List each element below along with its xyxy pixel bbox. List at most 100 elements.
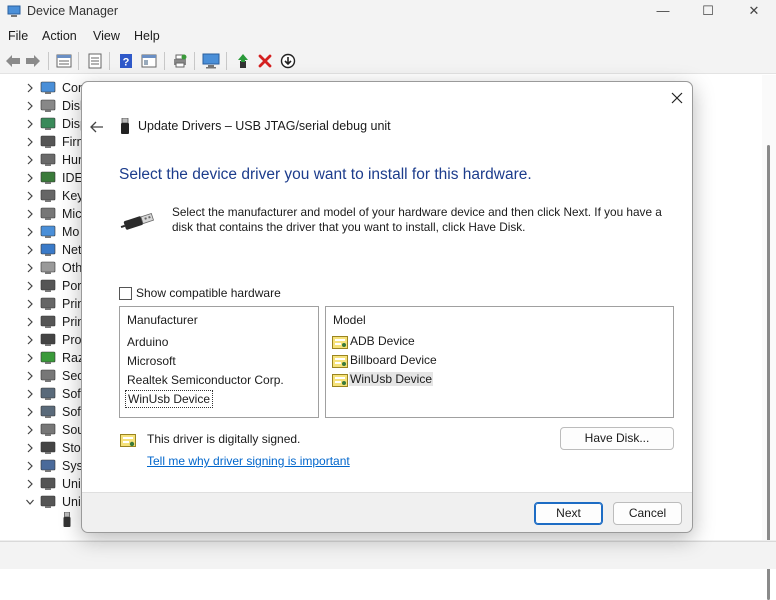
chevron-right-icon[interactable] [25,388,35,400]
model-item-label: Billboard Device [350,353,437,367]
model-header: Model [333,313,366,327]
chevron-right-icon[interactable] [25,118,35,130]
model-item-label: ADB Device [350,334,415,348]
show-compatible-checkbox[interactable] [119,287,132,300]
dialog-footer: Next Cancel [82,492,692,532]
monitor-icon [40,225,56,238]
manufacturer-item[interactable]: Realtek Semiconductor Corp. [127,372,284,390]
software-device-icon [40,405,56,418]
signed-driver-icon [120,434,136,447]
minimize-button[interactable]: — [640,0,686,24]
chevron-right-icon[interactable] [25,244,35,256]
list-icon[interactable] [86,52,104,70]
usb-connector-icon[interactable] [62,512,72,528]
manufacturer-item[interactable]: Microsoft [127,353,176,371]
processor-icon [40,333,56,346]
razer-icon [40,351,56,364]
maximize-button[interactable]: ☐ [685,0,731,24]
status-bar [0,541,776,569]
storage-icon [40,441,56,454]
usb-device-icon [121,118,129,134]
hid-icon [40,153,56,166]
close-window-button[interactable]: ✕ [731,0,776,24]
dialog-content: Update Drivers – USB JTAG/serial debug u… [82,82,692,492]
chevron-right-icon[interactable] [25,352,35,364]
model-list[interactable]: Model ADB Device Billboard Device WinUsb… [325,306,674,418]
usb-icon [40,495,56,508]
toolbar-separator [226,52,227,70]
back-arrow-icon[interactable] [4,52,22,70]
show-compatible-label[interactable]: Show compatible hardware [136,286,281,300]
cancel-button[interactable]: Cancel [613,502,682,525]
other-device-icon [40,261,56,274]
vertical-scrollbar[interactable] [762,75,776,600]
manufacturer-list[interactable]: Manufacturer Arduino Microsoft Realtek S… [119,306,319,418]
back-button[interactable] [88,118,106,136]
download-icon[interactable] [279,52,297,70]
chevron-right-icon[interactable] [25,208,35,220]
manufacturer-item[interactable]: Arduino [127,334,168,352]
menu-file[interactable]: File [8,29,28,43]
chevron-right-icon[interactable] [25,136,35,148]
device-manager-app-icon [7,5,21,17]
svg-text:?: ? [123,57,130,69]
scan-monitor-icon[interactable] [202,52,220,70]
scrollbar-thumb[interactable] [767,145,770,600]
have-disk-button[interactable]: Have Disk... [560,427,674,450]
close-dialog-button[interactable] [666,87,688,109]
forward-arrow-icon[interactable] [24,52,42,70]
update-driver-icon[interactable] [234,52,252,70]
uninstall-icon[interactable] [256,52,274,70]
help-icon[interactable]: ? [117,52,135,70]
chevron-right-icon[interactable] [25,460,35,472]
driver-signing-link[interactable]: Tell me why driver signing is important [147,454,350,468]
chevron-right-icon[interactable] [25,172,35,184]
port-icon [40,279,56,292]
chevron-down-icon[interactable] [25,496,35,508]
toolbar-separator [109,52,110,70]
network-icon [40,243,56,256]
print-icon[interactable] [171,52,189,70]
chevron-right-icon[interactable] [25,82,35,94]
chevron-right-icon[interactable] [25,478,35,490]
title-bar: Device Manager — ☐ ✕ [0,0,776,24]
chevron-right-icon[interactable] [25,190,35,202]
tree-item-label: IDE [62,171,83,185]
properties-icon[interactable] [55,52,73,70]
toolbar-separator [164,52,165,70]
chevron-right-icon[interactable] [25,334,35,346]
manufacturer-item-focused[interactable]: WinUsb Device [125,390,214,408]
tree-item-label: Mic [62,207,82,221]
menu-action[interactable]: Action [42,29,77,43]
chevron-right-icon[interactable] [25,226,35,238]
usb-icon [40,477,56,490]
menu-help[interactable]: Help [134,29,160,43]
mouse-icon [40,207,56,220]
firmware-icon [40,135,56,148]
toolbar-separator [194,52,195,70]
tree-item-label: Oth [62,261,83,275]
chevron-right-icon[interactable] [25,406,35,418]
printer-icon [40,315,56,328]
driver-certificate-icon [332,355,348,368]
chevron-right-icon[interactable] [25,280,35,292]
chevron-right-icon[interactable] [25,262,35,274]
chevron-right-icon[interactable] [25,442,35,454]
disk-icon [40,99,56,112]
menu-view[interactable]: View [93,29,120,43]
toolbar-separator [48,52,49,70]
system-icon [40,459,56,472]
chevron-right-icon[interactable] [25,316,35,328]
chevron-right-icon[interactable] [25,370,35,382]
tree-item-label: Uni [62,495,81,509]
chevron-right-icon[interactable] [25,424,35,436]
chevron-right-icon[interactable] [25,154,35,166]
view-icon[interactable] [140,52,158,70]
next-button[interactable]: Next [534,502,603,525]
dialog-heading: Select the device driver you want to ins… [119,166,532,183]
signed-status-text: This driver is digitally signed. [147,432,301,446]
manufacturer-header: Manufacturer [127,313,198,327]
dialog-title: Update Drivers – USB JTAG/serial debug u… [138,119,391,133]
chevron-right-icon[interactable] [25,100,35,112]
chevron-right-icon[interactable] [25,298,35,310]
